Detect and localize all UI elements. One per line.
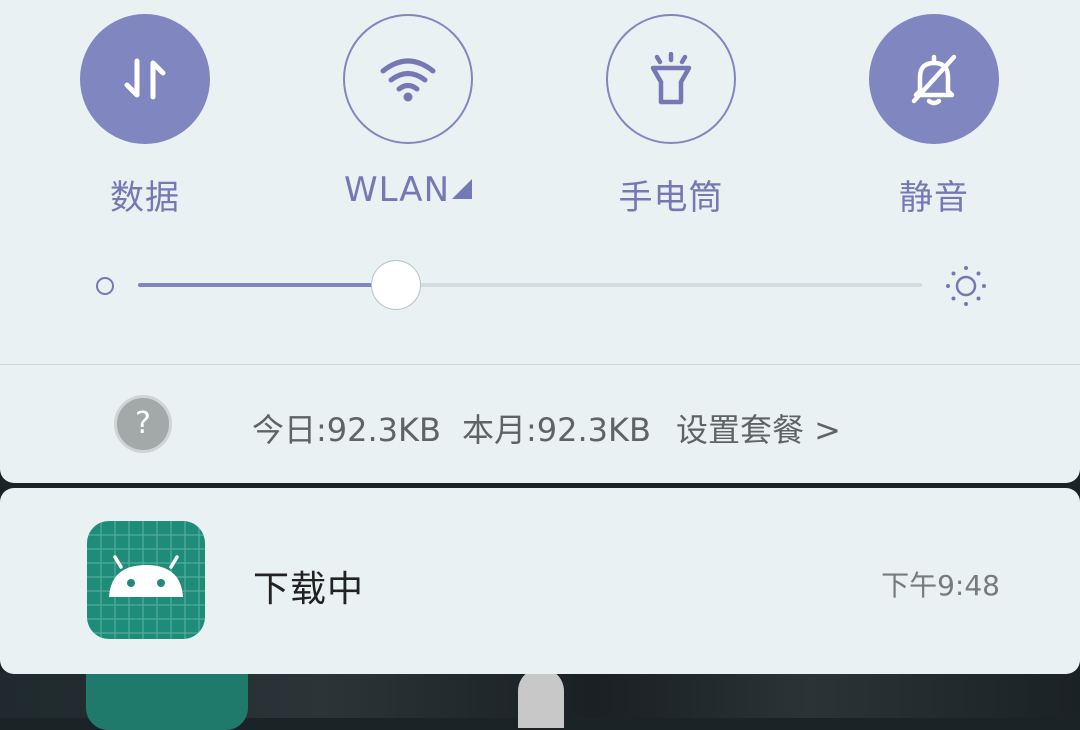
usage-today: 今日:92.3KB [252, 411, 441, 449]
tile-mobile-data[interactable]: 数据 [55, 14, 235, 218]
wlan-toggle[interactable] [343, 14, 473, 144]
tile-label: 静音 [899, 178, 969, 218]
wallpaper-decoration [518, 668, 564, 728]
brightness-fill [138, 283, 397, 287]
flashlight-icon [650, 52, 692, 105]
tile-label: 手电筒 [618, 178, 724, 218]
tile-wlan[interactable]: WLAN [318, 14, 498, 214]
notification-title: 下载中 [253, 569, 365, 610]
help-icon[interactable]: ? [114, 395, 172, 453]
android-app-icon [87, 521, 205, 639]
quick-settings-panel: 数据 WLAN 手电筒 静音 [0, 0, 1080, 364]
brightness-track[interactable] [138, 283, 922, 287]
brightness-low-icon [96, 277, 114, 295]
mobile-data-toggle[interactable] [80, 14, 210, 144]
silent-toggle[interactable] [869, 14, 999, 144]
brightness-slider[interactable] [0, 258, 1080, 314]
notification-time: 下午9:48 [881, 569, 1000, 602]
tile-label: 数据 [110, 178, 180, 218]
wlan-dropdown-indicator-icon [452, 179, 473, 199]
tile-silent[interactable]: 静音 [844, 14, 1024, 218]
tile-label: WLAN [318, 170, 498, 210]
set-plan-link[interactable]: 设置套餐 > [676, 405, 841, 451]
wifi-icon [380, 58, 436, 102]
usage-month: 本月:92.3KB [462, 411, 651, 449]
flashlight-toggle[interactable] [606, 14, 736, 144]
download-notification[interactable]: 下载中 下午9:48 [0, 488, 1080, 674]
bell-off-icon [911, 54, 957, 106]
data-usage-card: ? 今日:92.3KB 本月:92.3KB 设置套餐 > [0, 365, 1080, 483]
brightness-high-icon [946, 266, 986, 306]
data-arrows-icon [124, 58, 166, 100]
brightness-thumb[interactable] [371, 260, 421, 310]
tile-flashlight[interactable]: 手电筒 [581, 14, 761, 218]
